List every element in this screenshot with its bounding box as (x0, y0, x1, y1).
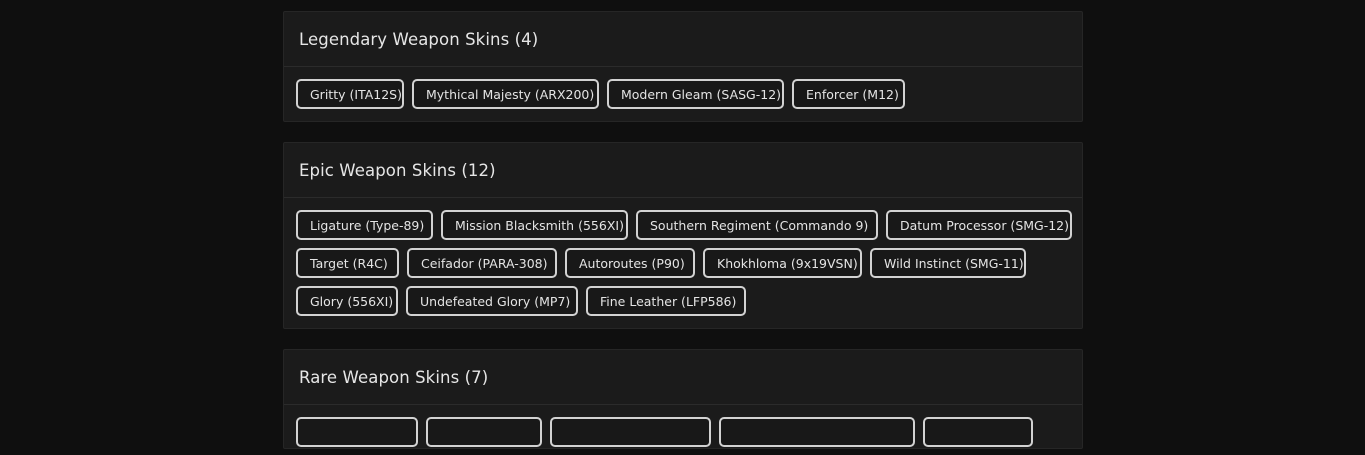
skin-chip[interactable] (426, 417, 542, 447)
skin-chip[interactable] (296, 417, 418, 447)
epic-skins-panel: Epic Weapon Skins (12) Ligature (Type-89… (283, 142, 1083, 329)
skin-chip[interactable]: Gritty (ITA12S) (296, 79, 404, 109)
skin-chip[interactable]: Mission Blacksmith (556XI) (441, 210, 628, 240)
skin-chip[interactable]: Target (R4C) (296, 248, 399, 278)
skin-chip-list: Gritty (ITA12S) Mythical Majesty (ARX200… (284, 67, 1082, 117)
skin-chip[interactable]: Fine Leather (LFP586) (586, 286, 746, 316)
skin-chip[interactable]: Undefeated Glory (MP7) (406, 286, 578, 316)
skin-chip[interactable]: Modern Gleam (SASG-12) (607, 79, 784, 109)
skin-chip[interactable]: Ligature (Type-89) (296, 210, 433, 240)
legendary-skins-panel: Legendary Weapon Skins (4) Gritty (ITA12… (283, 11, 1083, 122)
skin-chip[interactable]: Autoroutes (P90) (565, 248, 695, 278)
skin-chip[interactable] (923, 417, 1033, 447)
panel-header: Legendary Weapon Skins (4) (284, 12, 1082, 67)
skin-chip-list (284, 405, 1082, 455)
rare-skins-panel: Rare Weapon Skins (7) (283, 349, 1083, 449)
skin-chip[interactable]: Mythical Majesty (ARX200) (412, 79, 599, 109)
skin-chip[interactable]: Datum Processor (SMG-12) (886, 210, 1072, 240)
skin-chip[interactable]: Khokhloma (9x19VSN) (703, 248, 862, 278)
skin-chip[interactable]: Ceifador (PARA-308) (407, 248, 557, 278)
skin-chip[interactable]: Wild Instinct (SMG-11) (870, 248, 1026, 278)
panel-title: Rare Weapon Skins (7) (299, 367, 489, 387)
panel-title: Epic Weapon Skins (12) (299, 160, 496, 180)
skin-chip[interactable]: Southern Regiment (Commando 9) (636, 210, 878, 240)
skin-chip-list: Ligature (Type-89) Mission Blacksmith (5… (284, 198, 1082, 324)
skin-chip[interactable] (550, 417, 711, 447)
skin-chip[interactable]: Enforcer (M12) (792, 79, 905, 109)
skin-chip[interactable] (719, 417, 915, 447)
panel-header: Epic Weapon Skins (12) (284, 143, 1082, 198)
panel-header: Rare Weapon Skins (7) (284, 350, 1082, 405)
skin-chip[interactable]: Glory (556XI) (296, 286, 398, 316)
panel-title: Legendary Weapon Skins (4) (299, 29, 539, 49)
